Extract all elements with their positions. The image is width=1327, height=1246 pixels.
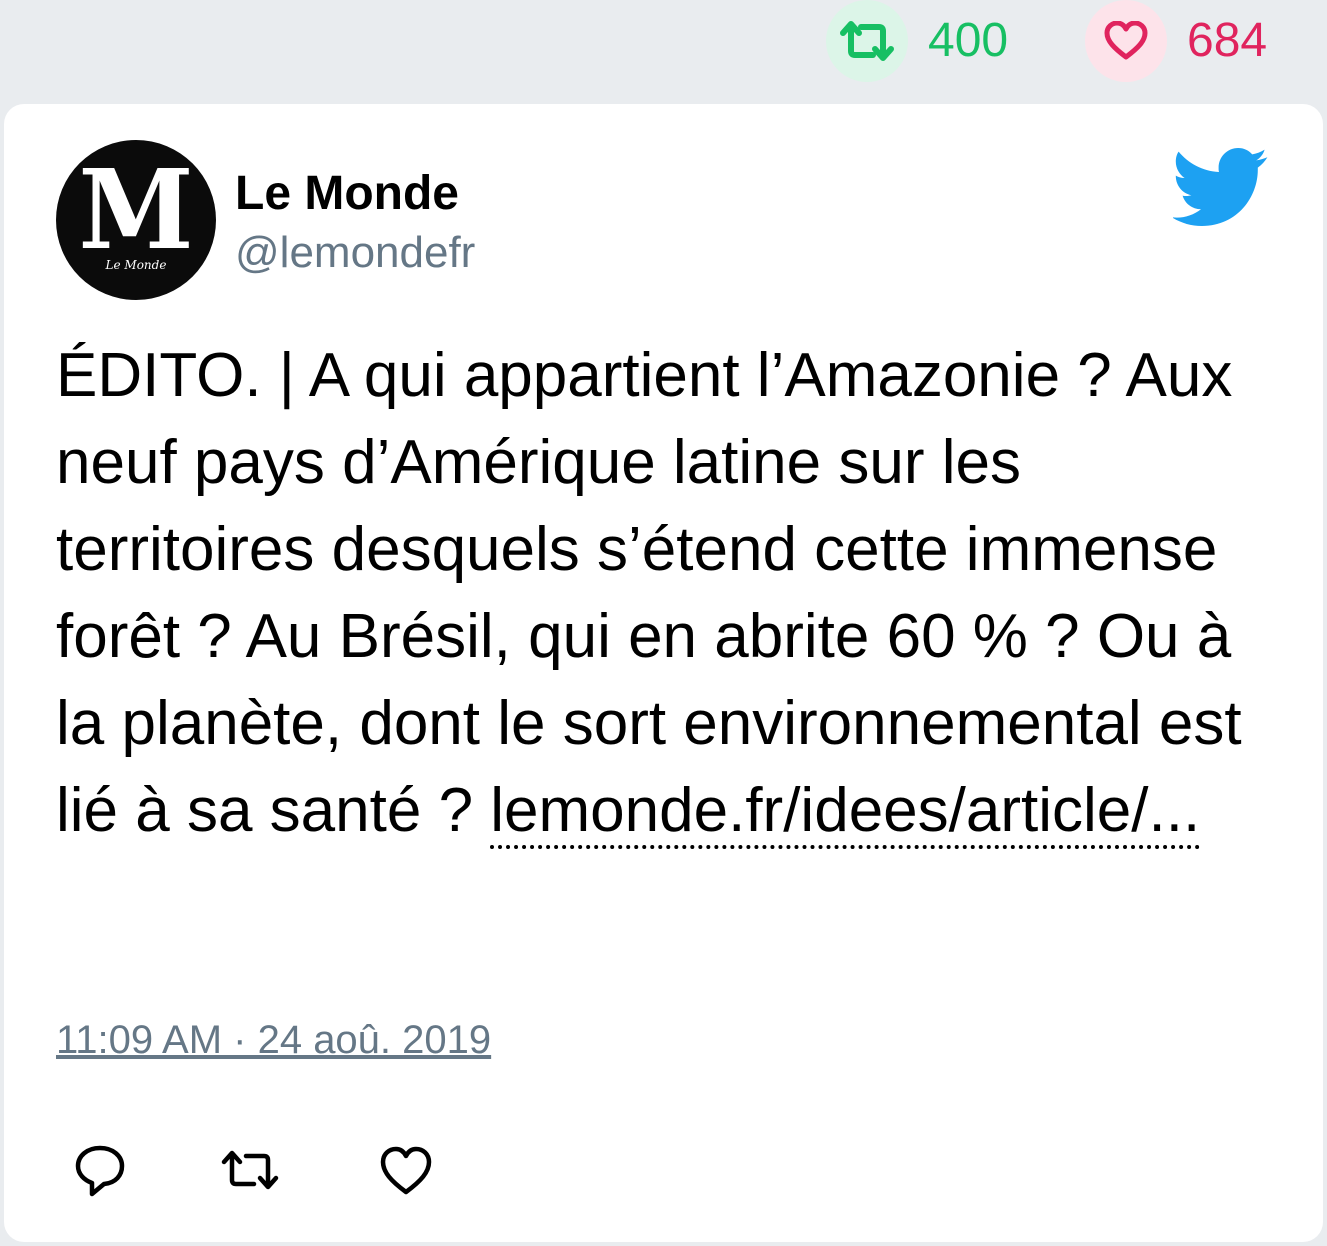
like-stat-icon: [1085, 0, 1167, 82]
reply-icon[interactable]: [70, 1140, 130, 1200]
avatar[interactable]: M Le Monde: [56, 140, 216, 300]
author-handle[interactable]: @lemondefr: [235, 228, 475, 278]
engagement-stats: 400 684: [0, 0, 1327, 100]
avatar-logo-letter: M: [78, 144, 194, 275]
retweet-count: 400: [928, 14, 1009, 67]
tweet-timestamp[interactable]: 11:09 AM · 24 aoû. 2019: [56, 1018, 491, 1063]
like-stat[interactable]: 684: [1085, 0, 1267, 82]
retweet-icon[interactable]: [220, 1140, 280, 1200]
tweet-text: ÉDITO. | A qui appartient l’Amazonie ? A…: [56, 332, 1286, 854]
like-count: 684: [1187, 14, 1268, 67]
author-name[interactable]: Le Monde: [235, 166, 459, 221]
tweet-body: ÉDITO. | A qui appartient l’Amazonie ? A…: [56, 341, 1242, 845]
tweet-card: M Le Monde Le Monde @lemondefr ÉDITO. | …: [4, 104, 1323, 1242]
tweet-actions: [4, 1134, 1323, 1204]
article-link[interactable]: lemonde.fr/idees/article/...: [490, 776, 1201, 849]
retweet-stat-icon: [826, 0, 908, 82]
retweet-stat[interactable]: 400: [826, 0, 1008, 82]
like-icon[interactable]: [376, 1140, 436, 1200]
twitter-bird-icon[interactable]: [1173, 148, 1269, 226]
